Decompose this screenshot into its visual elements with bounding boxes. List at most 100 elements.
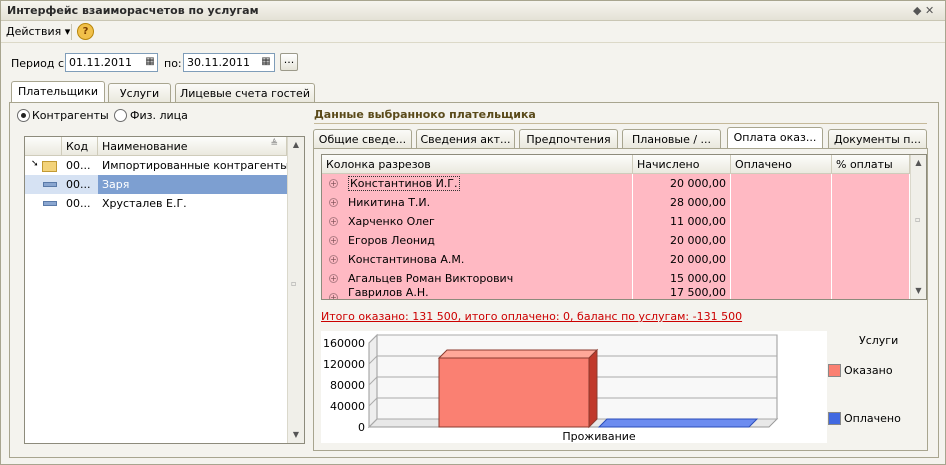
row-paid [731, 174, 832, 193]
y-tick-label: 0 [358, 421, 365, 434]
window-controls[interactable]: ◆ ✕ [913, 4, 934, 17]
column-header-breakdown[interactable]: Колонка разрезов [322, 155, 633, 174]
row-charged: 20 000,00 [633, 174, 731, 193]
bar-top-0 [437, 349, 599, 359]
tab-payment[interactable]: Оплата оказ... [727, 127, 823, 149]
table-row[interactable]: + Егоров Леонид 20 000,00 [322, 231, 910, 250]
section-divider [314, 123, 927, 124]
row-paid [731, 250, 832, 269]
actions-menu[interactable]: Действия ▾ [6, 25, 70, 38]
radio-individuals-label: Физ. лица [130, 109, 188, 122]
period-select-button[interactable]: ... [280, 53, 298, 71]
radio-individuals[interactable] [114, 109, 127, 122]
y-tick-label: 80000 [330, 379, 365, 392]
table-row[interactable]: + Харченко Олег 11 000,00 [322, 212, 910, 231]
menu-bar: Действия ▾ ? [1, 21, 945, 43]
row-code: 00... [66, 159, 91, 172]
column-header-name-label: Наименование [102, 140, 188, 153]
help-icon[interactable]: ? [77, 23, 94, 40]
radio-counterparties-label: Контрагенты [32, 109, 109, 122]
payment-scrollbar[interactable]: ▲ ▫ ▼ [910, 155, 926, 299]
scroll-grip-icon: ▫ [915, 215, 921, 224]
table-row[interactable]: 00... Хрусталев Е.Г. [25, 194, 287, 213]
row-charged: 20 000,00 [633, 231, 731, 250]
tab-act-info[interactable]: Сведения акт... [416, 129, 515, 149]
row-name: Гаврилов А.Н. [344, 288, 633, 299]
column-header-charged[interactable]: Начислено [633, 155, 731, 174]
expand-arrow-icon[interactable]: ➘ [31, 159, 39, 169]
radio-counterparties[interactable] [17, 109, 30, 122]
scroll-down-icon[interactable]: ▼ [288, 427, 304, 443]
row-percent [832, 269, 910, 288]
expand-icon[interactable]: + [329, 236, 338, 245]
services-chart: 160000 120000 80000 40000 0 Проживание [321, 331, 827, 443]
row-percent [832, 212, 910, 231]
row-paid [731, 193, 832, 212]
legend-swatch-provided [828, 364, 841, 377]
payment-grid: Колонка разрезов Начислено Оплачено % оп… [321, 154, 927, 300]
tab-general[interactable]: Общие сведе... [313, 129, 412, 149]
column-header-code[interactable]: Код [62, 137, 98, 156]
item-icon [43, 201, 57, 206]
legend-label-provided: Оказано [844, 364, 893, 377]
column-header-paid[interactable]: Оплачено [731, 155, 832, 174]
row-paid [731, 212, 832, 231]
y-tick-label: 160000 [323, 337, 365, 350]
sort-icon: ≜ [270, 139, 278, 149]
y-tick-label: 120000 [323, 358, 365, 371]
row-paid [731, 231, 832, 250]
row-paid [731, 288, 832, 299]
expand-icon[interactable]: + [329, 293, 338, 299]
tab-documents[interactable]: Документы п... [828, 129, 927, 149]
row-name: Импортированные контрагенты [102, 159, 287, 172]
tab-guest-accounts[interactable]: Лицевые счета гостей [175, 83, 315, 103]
tab-payers[interactable]: Плательщики [11, 81, 105, 103]
expand-icon[interactable]: + [329, 274, 338, 283]
section-title: Данные выбранноко плательщика [314, 108, 536, 121]
scroll-up-icon[interactable]: ▲ [911, 155, 926, 171]
row-charged: 17 500,00 [633, 288, 731, 299]
row-code: 00... [66, 178, 91, 191]
x-category-label: Проживание [562, 430, 636, 443]
scroll-up-icon[interactable]: ▲ [288, 137, 304, 153]
folder-icon [42, 161, 57, 172]
column-header-name[interactable]: Наименование ≜ [98, 137, 287, 156]
column-header-icon [25, 137, 62, 156]
column-header-percent[interactable]: % оплаты [832, 155, 910, 174]
legend-title: Услуги [859, 334, 899, 347]
row-percent [832, 193, 910, 212]
expand-icon[interactable]: + [329, 179, 338, 188]
table-row[interactable]: + Агальцев Роман Викторович 15 000,00 [322, 269, 910, 288]
table-row[interactable]: + Гаврилов А.Н. 17 500,00 [322, 288, 910, 299]
row-percent [832, 231, 910, 250]
totals-link[interactable]: Итого оказано: 131 500, итого оплачено: … [321, 310, 742, 323]
row-name: Константинов И.Г. [344, 174, 633, 193]
row-charged: 15 000,00 [633, 269, 731, 288]
row-paid [731, 269, 832, 288]
expand-icon[interactable]: + [329, 198, 338, 207]
tab-preferences[interactable]: Предпочтения [519, 129, 618, 149]
calendar-to-icon[interactable]: ▦ [258, 54, 274, 71]
period-from-label: Период с: [11, 57, 68, 70]
expand-icon[interactable]: + [329, 255, 338, 264]
scroll-down-icon[interactable]: ▼ [911, 283, 926, 299]
row-charged: 28 000,00 [633, 193, 731, 212]
calendar-from-icon[interactable]: ▦ [142, 54, 158, 71]
table-row[interactable]: + Никитина Т.И. 28 000,00 [322, 193, 910, 212]
table-row[interactable]: + Константинов И.Г. 20 000,00 [322, 174, 910, 193]
bar-1 [597, 418, 759, 428]
row-code: 00... [66, 197, 91, 210]
table-row[interactable]: + Константинова А.М. 20 000,00 [322, 250, 910, 269]
table-row-selected[interactable]: 00... Заря [25, 175, 287, 194]
main-window: Интерфейс взаиморасчетов по услугам ◆ ✕ … [0, 0, 946, 465]
expand-icon[interactable]: + [329, 217, 338, 226]
row-name: Хрусталев Е.Г. [102, 197, 187, 210]
menu-separator [71, 24, 72, 40]
table-row[interactable]: ➘ 00... Импортированные контрагенты [25, 156, 287, 175]
payers-scrollbar[interactable]: ▲ ▫ ▼ [287, 137, 304, 443]
tab-services[interactable]: Услуги [108, 83, 171, 103]
period-to-label: по: [164, 57, 182, 70]
tab-planned[interactable]: Плановые / ... [622, 129, 721, 149]
bar-0 [438, 357, 590, 428]
row-percent [832, 250, 910, 269]
